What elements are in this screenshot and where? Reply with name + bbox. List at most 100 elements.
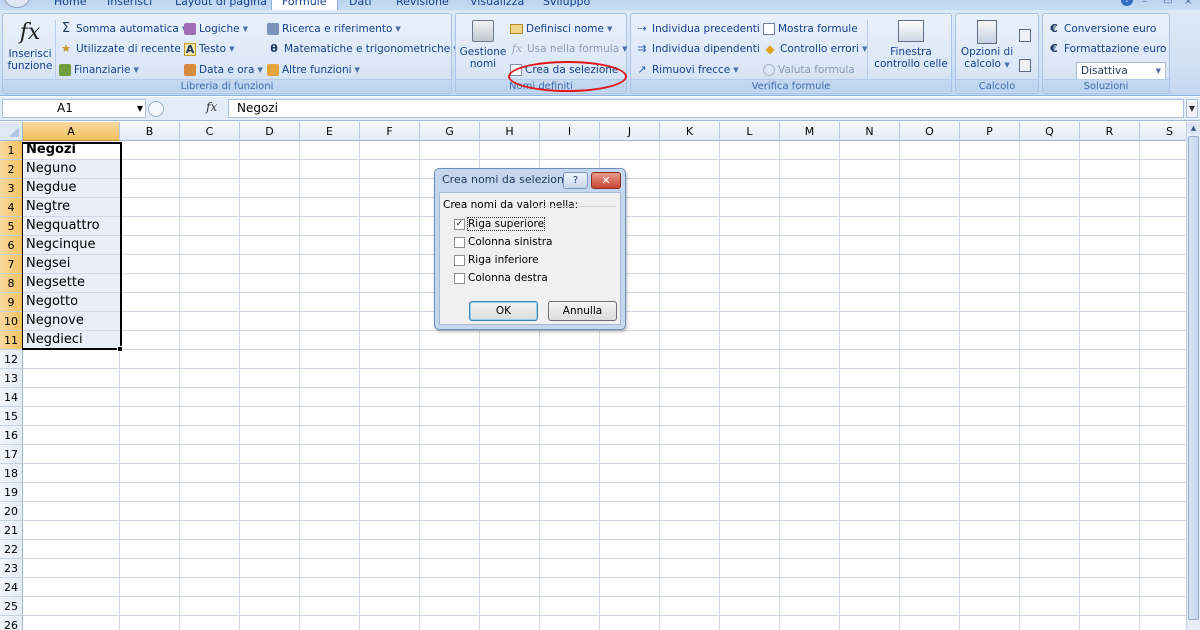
matematiche-button[interactable]: θ Matematiche e trigonometriche ▼: [267, 42, 458, 56]
minimize-icon[interactable]: –: [1142, 0, 1147, 7]
cell-a3[interactable]: Negdue: [24, 179, 120, 197]
option-riga-superiore[interactable]: ✓ Riga superiore: [454, 217, 546, 231]
column-header-s[interactable]: S: [1140, 122, 1186, 141]
tab-inserisci[interactable]: Inserisci: [107, 0, 152, 8]
formula-input[interactable]: Negozi: [228, 99, 1184, 118]
chevron-down-icon[interactable]: ▼: [137, 100, 143, 117]
name-box[interactable]: A1 ▼: [2, 99, 146, 118]
calculate-sheet-icon[interactable]: [1019, 59, 1031, 72]
mostra-formule-button[interactable]: Mostra formule: [763, 22, 858, 36]
row-header-13[interactable]: 13: [0, 369, 23, 388]
row-header-20[interactable]: 20: [0, 502, 23, 521]
cell-a1[interactable]: Negozi: [24, 141, 120, 159]
row-header-23[interactable]: 23: [0, 559, 23, 578]
cell-a11[interactable]: Negdieci: [24, 331, 120, 349]
tab-visualizza[interactable]: Visualizza: [470, 0, 524, 8]
row-header-6[interactable]: 6: [0, 236, 23, 255]
column-header-j[interactable]: J: [600, 122, 660, 141]
cell-a4[interactable]: Negtre: [24, 198, 120, 216]
row-header-24[interactable]: 24: [0, 578, 23, 597]
dialog-close-button[interactable]: ✕: [591, 172, 621, 189]
help-icon[interactable]: ?: [1121, 0, 1133, 6]
tab-sviluppo[interactable]: Sviluppo: [543, 0, 590, 8]
column-header-q[interactable]: Q: [1020, 122, 1080, 141]
column-header-i[interactable]: I: [540, 122, 600, 141]
row-header-14[interactable]: 14: [0, 388, 23, 407]
scrollbar-thumb[interactable]: [1188, 136, 1199, 620]
individua-precedenti-button[interactable]: ⇢ Individua precedenti: [635, 22, 759, 36]
row-header-12[interactable]: 12: [0, 350, 23, 369]
column-header-o[interactable]: O: [900, 122, 960, 141]
individua-dipendenti-button[interactable]: ⇉ Individua dipendenti: [635, 42, 759, 56]
column-header-a[interactable]: A: [23, 122, 120, 141]
office-button[interactable]: [4, 0, 30, 8]
usa-nella-formula-button[interactable]: fx Usa nella formula ▼: [510, 42, 628, 56]
column-header-n[interactable]: N: [840, 122, 900, 141]
expand-formula-bar-icon[interactable]: ▼: [1186, 99, 1198, 118]
checkbox-riga-superiore[interactable]: ✓: [454, 218, 465, 230]
option-colonna-sinistra[interactable]: Colonna sinistra: [454, 236, 552, 248]
opzioni-di-calcolo-button[interactable]: Opzioni di calcolo ▼: [958, 20, 1016, 71]
row-header-4[interactable]: 4: [0, 198, 23, 217]
altre-funzioni-button[interactable]: Altre funzioni ▼: [267, 63, 360, 77]
conversione-euro-button[interactable]: € Conversione euro: [1047, 22, 1156, 36]
cell-a6[interactable]: Negcinque: [24, 236, 120, 254]
column-header-p[interactable]: P: [960, 122, 1020, 141]
checkbox-colonna-destra[interactable]: [454, 272, 465, 284]
row-header-22[interactable]: 22: [0, 540, 23, 559]
row-header-1[interactable]: 1: [0, 141, 23, 160]
row-header-10[interactable]: 10: [0, 312, 23, 331]
column-header-c[interactable]: C: [180, 122, 240, 141]
tab-layout-di-pagina[interactable]: Layout di pagina: [175, 0, 267, 8]
row-header-5[interactable]: 5: [0, 217, 23, 236]
euro-format-dropdown[interactable]: Disattiva ▼: [1076, 62, 1166, 80]
select-all-corner[interactable]: [0, 122, 23, 141]
scroll-up-icon[interactable]: ▲: [1187, 122, 1200, 134]
row-header-26[interactable]: 26: [0, 616, 23, 630]
rimuovi-frecce-button[interactable]: ↗ Rimuovi frecce ▼: [635, 63, 738, 77]
column-header-r[interactable]: R: [1080, 122, 1140, 141]
option-riga-inferiore[interactable]: Riga inferiore: [454, 254, 539, 266]
cell-a10[interactable]: Negnove: [24, 312, 120, 330]
inserisci-funzione-button[interactable]: fx Inserisci funzione: [6, 20, 54, 72]
finestra-controllo-celle-button[interactable]: Finestra controllo celle: [872, 20, 950, 70]
column-header-b[interactable]: B: [120, 122, 180, 141]
checkbox-colonna-sinistra[interactable]: [454, 236, 465, 248]
logiche-button[interactable]: Logiche ▼: [184, 22, 248, 36]
column-header-m[interactable]: M: [780, 122, 840, 141]
row-header-7[interactable]: 7: [0, 255, 23, 274]
tab-home[interactable]: Home: [54, 0, 86, 8]
valuta-formula-button[interactable]: Valuta formula: [763, 63, 855, 77]
row-header-3[interactable]: 3: [0, 179, 23, 198]
dialog-help-button[interactable]: ?: [563, 172, 588, 189]
restore-icon[interactable]: ▭: [1163, 0, 1172, 7]
ricerca-e-riferimento-button[interactable]: Ricerca e riferimento ▼: [267, 22, 401, 36]
column-header-k[interactable]: K: [660, 122, 720, 141]
cell-a9[interactable]: Negotto: [24, 293, 120, 311]
column-header-e[interactable]: E: [300, 122, 360, 141]
tab-dati[interactable]: Dati: [349, 0, 372, 8]
row-header-9[interactable]: 9: [0, 293, 23, 312]
finanziarie-button[interactable]: Finanziarie ▼: [59, 63, 139, 77]
column-header-d[interactable]: D: [240, 122, 300, 141]
utilizzate-di-recente-button[interactable]: ★ Utilizzate di recente ▼: [59, 42, 189, 56]
row-header-2[interactable]: 2: [0, 160, 23, 179]
cell-a5[interactable]: Negquattro: [24, 217, 120, 235]
formula-bar-round-icon[interactable]: [148, 101, 164, 117]
row-header-21[interactable]: 21: [0, 521, 23, 540]
row-header-16[interactable]: 16: [0, 426, 23, 445]
insert-function-icon[interactable]: fx: [206, 100, 217, 114]
annulla-button[interactable]: Annulla: [548, 301, 617, 321]
option-colonna-destra[interactable]: Colonna destra: [454, 272, 548, 284]
formattazione-euro-button[interactable]: € Formattazione euro: [1047, 42, 1166, 56]
checkbox-riga-inferiore[interactable]: [454, 254, 465, 266]
cell-a7[interactable]: Negsei: [24, 255, 120, 273]
row-header-19[interactable]: 19: [0, 483, 23, 502]
row-header-17[interactable]: 17: [0, 445, 23, 464]
gestione-nomi-button[interactable]: Gestione nomi: [458, 20, 508, 70]
data-e-ora-button[interactable]: Data e ora ▼: [184, 63, 263, 77]
cell-a8[interactable]: Negsette: [24, 274, 120, 292]
column-header-f[interactable]: F: [360, 122, 420, 141]
row-header-8[interactable]: 8: [0, 274, 23, 293]
crea-da-selezione-button[interactable]: Crea da selezione: [510, 63, 618, 77]
